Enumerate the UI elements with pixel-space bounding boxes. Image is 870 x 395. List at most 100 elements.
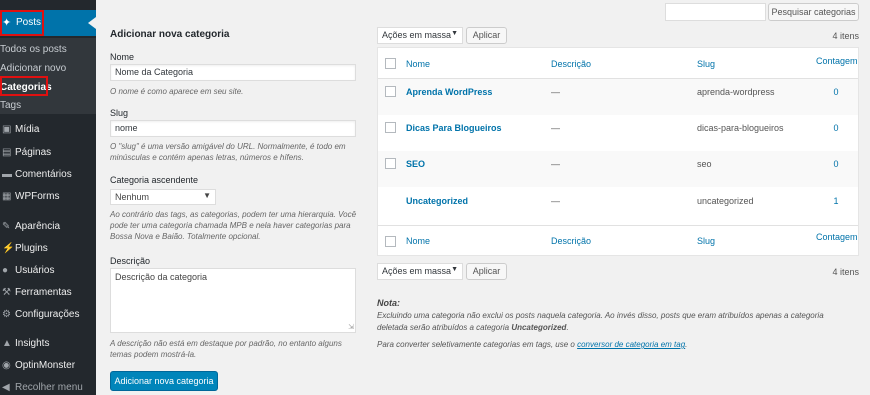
sidebar-item-settings[interactable]: ⚙ Configurações	[0, 308, 96, 326]
sidebar-item-wpforms[interactable]: ▦ WPForms	[0, 190, 96, 208]
active-menu-arrow	[88, 17, 96, 29]
category-count-link[interactable]: 0	[821, 123, 851, 133]
sidebar-item-label: Mídia	[15, 124, 40, 135]
column-footer-description[interactable]: Descrição	[551, 236, 591, 246]
sidebar-item-media[interactable]: ▣ Mídia	[0, 123, 96, 141]
category-name-link[interactable]: SEO	[406, 159, 425, 169]
category-count-link[interactable]: 0	[821, 159, 851, 169]
sidebar-item-appearance[interactable]: ✎ Aparência	[0, 220, 96, 238]
category-slug: aprenda-wordpress	[697, 87, 775, 97]
category-description: —	[551, 196, 560, 206]
admin-sidebar: ✦ Posts Todos os posts Adicionar novo Ca…	[0, 0, 96, 395]
appearance-icon: ✎	[2, 221, 11, 232]
column-footer-count[interactable]: Contagem	[816, 232, 858, 242]
sidebar-item-users[interactable]: ● Usuários	[0, 264, 96, 282]
sidebar-item-label: Comentários	[15, 169, 72, 180]
description-value: Descrição da categoria	[115, 272, 208, 282]
sidebar-item-tools[interactable]: ⚒ Ferramentas	[0, 286, 96, 304]
column-footer-slug[interactable]: Slug	[697, 236, 715, 246]
slug-label: Slug	[110, 108, 129, 118]
settings-icon: ⚙	[2, 309, 11, 320]
categories-table: Nome Descrição Slug Contagem Aprenda Wor…	[377, 47, 859, 256]
category-slug: seo	[697, 159, 712, 169]
row-checkbox[interactable]	[385, 122, 396, 133]
category-name-link[interactable]: Uncategorized	[406, 196, 468, 206]
category-name-link[interactable]: Aprenda WordPress	[406, 87, 492, 97]
posts-highlight-box	[0, 10, 44, 36]
sidebar-item-optinmonster[interactable]: ◉ OptinMonster	[0, 359, 96, 377]
tools-icon: ⚒	[2, 287, 11, 298]
slug-help: O "slug" é uma versão amigável do URL. N…	[110, 142, 346, 162]
category-slug: uncategorized	[697, 196, 754, 206]
note-text-part: Excluindo uma categoria não exclui os po…	[377, 311, 824, 332]
name-field[interactable]: Nome da Categoria	[110, 64, 356, 81]
collapse-icon: ◀	[2, 382, 10, 393]
parent-category-label: Categoria ascendente	[110, 175, 199, 185]
items-count-top: 4 itens	[832, 31, 859, 41]
table-header: Nome Descrição Slug Contagem	[378, 48, 858, 79]
submenu-item-tags[interactable]: Tags	[0, 100, 21, 111]
apply-button-bottom[interactable]: Aplicar	[466, 263, 507, 280]
category-description: —	[551, 87, 560, 97]
table-row: Dicas Para Blogueiros — dicas-para-blogu…	[378, 115, 858, 151]
sidebar-item-insights[interactable]: ▲ Insights	[0, 337, 96, 355]
category-to-tag-converter-link[interactable]: conversor de categoria em tag	[577, 340, 685, 349]
column-header-description[interactable]: Descrição	[551, 59, 591, 69]
column-footer-name[interactable]: Nome	[406, 236, 430, 246]
description-help: A descrição não está em destaque por pad…	[110, 339, 342, 359]
row-checkbox[interactable]	[385, 158, 396, 169]
media-icon: ▣	[2, 124, 12, 135]
apply-button-top[interactable]: Aplicar	[466, 27, 507, 44]
column-header-name[interactable]: Nome	[406, 59, 430, 69]
row-checkbox[interactable]	[385, 86, 396, 97]
note-text-bold: Uncategorized	[511, 323, 567, 332]
sidebar-item-comments[interactable]: ▬ Comentários	[0, 168, 96, 186]
select-all-checkbox[interactable]	[385, 58, 396, 69]
category-count-link[interactable]: 0	[821, 87, 851, 97]
convert-note-text: .	[685, 340, 688, 349]
bulk-actions-select-bottom[interactable]: Ações em massa ▼	[377, 263, 463, 280]
table-footer: Nome Descrição Slug Contagem	[378, 225, 858, 256]
comments-icon: ▬	[2, 169, 12, 180]
description-label: Descrição	[110, 256, 151, 266]
parent-category-value: Nenhum	[115, 192, 150, 202]
name-label: Nome	[110, 52, 135, 62]
sidebar-item-collapse[interactable]: ◀ Recolher menu	[0, 381, 96, 395]
submenu-item-all-posts[interactable]: Todos os posts	[0, 44, 67, 55]
note-text-part: .	[566, 323, 569, 332]
add-category-button[interactable]: Adicionar nova categoria	[110, 371, 218, 391]
convert-note: Para converter seletivamente categorias …	[377, 340, 847, 349]
select-all-checkbox-bottom[interactable]	[385, 236, 396, 247]
convert-note-text: Para converter seletivamente categorias …	[377, 340, 578, 349]
slug-field[interactable]: nome	[110, 120, 356, 137]
search-input[interactable]	[665, 3, 766, 21]
bulk-actions-select-top[interactable]: Ações em massa ▼	[377, 27, 463, 44]
category-count-link[interactable]: 1	[821, 196, 851, 206]
column-header-slug[interactable]: Slug	[697, 59, 715, 69]
sidebar-item-label: Plugins	[15, 243, 48, 254]
plugins-icon: ⚡	[2, 243, 15, 254]
insights-icon: ▲	[2, 338, 12, 349]
sidebar-item-label: Insights	[15, 338, 50, 349]
bulk-actions-value: Ações em massa	[382, 30, 452, 40]
optinmonster-icon: ◉	[2, 360, 11, 371]
column-header-count[interactable]: Contagem	[816, 56, 858, 66]
table-row: Aprenda WordPress — aprenda-wordpress 0	[378, 79, 858, 115]
parent-category-help: Ao contrário das tags, as categorias, po…	[110, 210, 357, 241]
caret-down-icon: ▼	[451, 30, 458, 37]
search-categories-button[interactable]: Pesquisar categorias	[768, 3, 859, 21]
table-row: Uncategorized — uncategorized 1	[378, 187, 858, 223]
sidebar-item-plugins[interactable]: ⚡ Plugins	[0, 242, 96, 260]
sidebar-item-label: OptinMonster	[15, 360, 76, 371]
items-count-bottom: 4 itens	[832, 267, 859, 277]
description-textarea[interactable]: Descrição da categoria ⇲	[110, 268, 356, 333]
parent-category-select[interactable]: Nenhum ▼	[110, 189, 216, 205]
sidebar-item-pages[interactable]: ▤ Páginas	[0, 146, 96, 164]
submenu-item-add-new[interactable]: Adicionar novo	[0, 63, 66, 74]
sidebar-item-label: Aparência	[15, 221, 61, 232]
sidebar-item-label: Páginas	[15, 147, 52, 158]
category-name-link[interactable]: Dicas Para Blogueiros	[406, 123, 502, 133]
resize-grip-icon[interactable]: ⇲	[348, 323, 354, 331]
sidebar-item-label: Recolher menu	[15, 382, 83, 393]
category-description: —	[551, 159, 560, 169]
